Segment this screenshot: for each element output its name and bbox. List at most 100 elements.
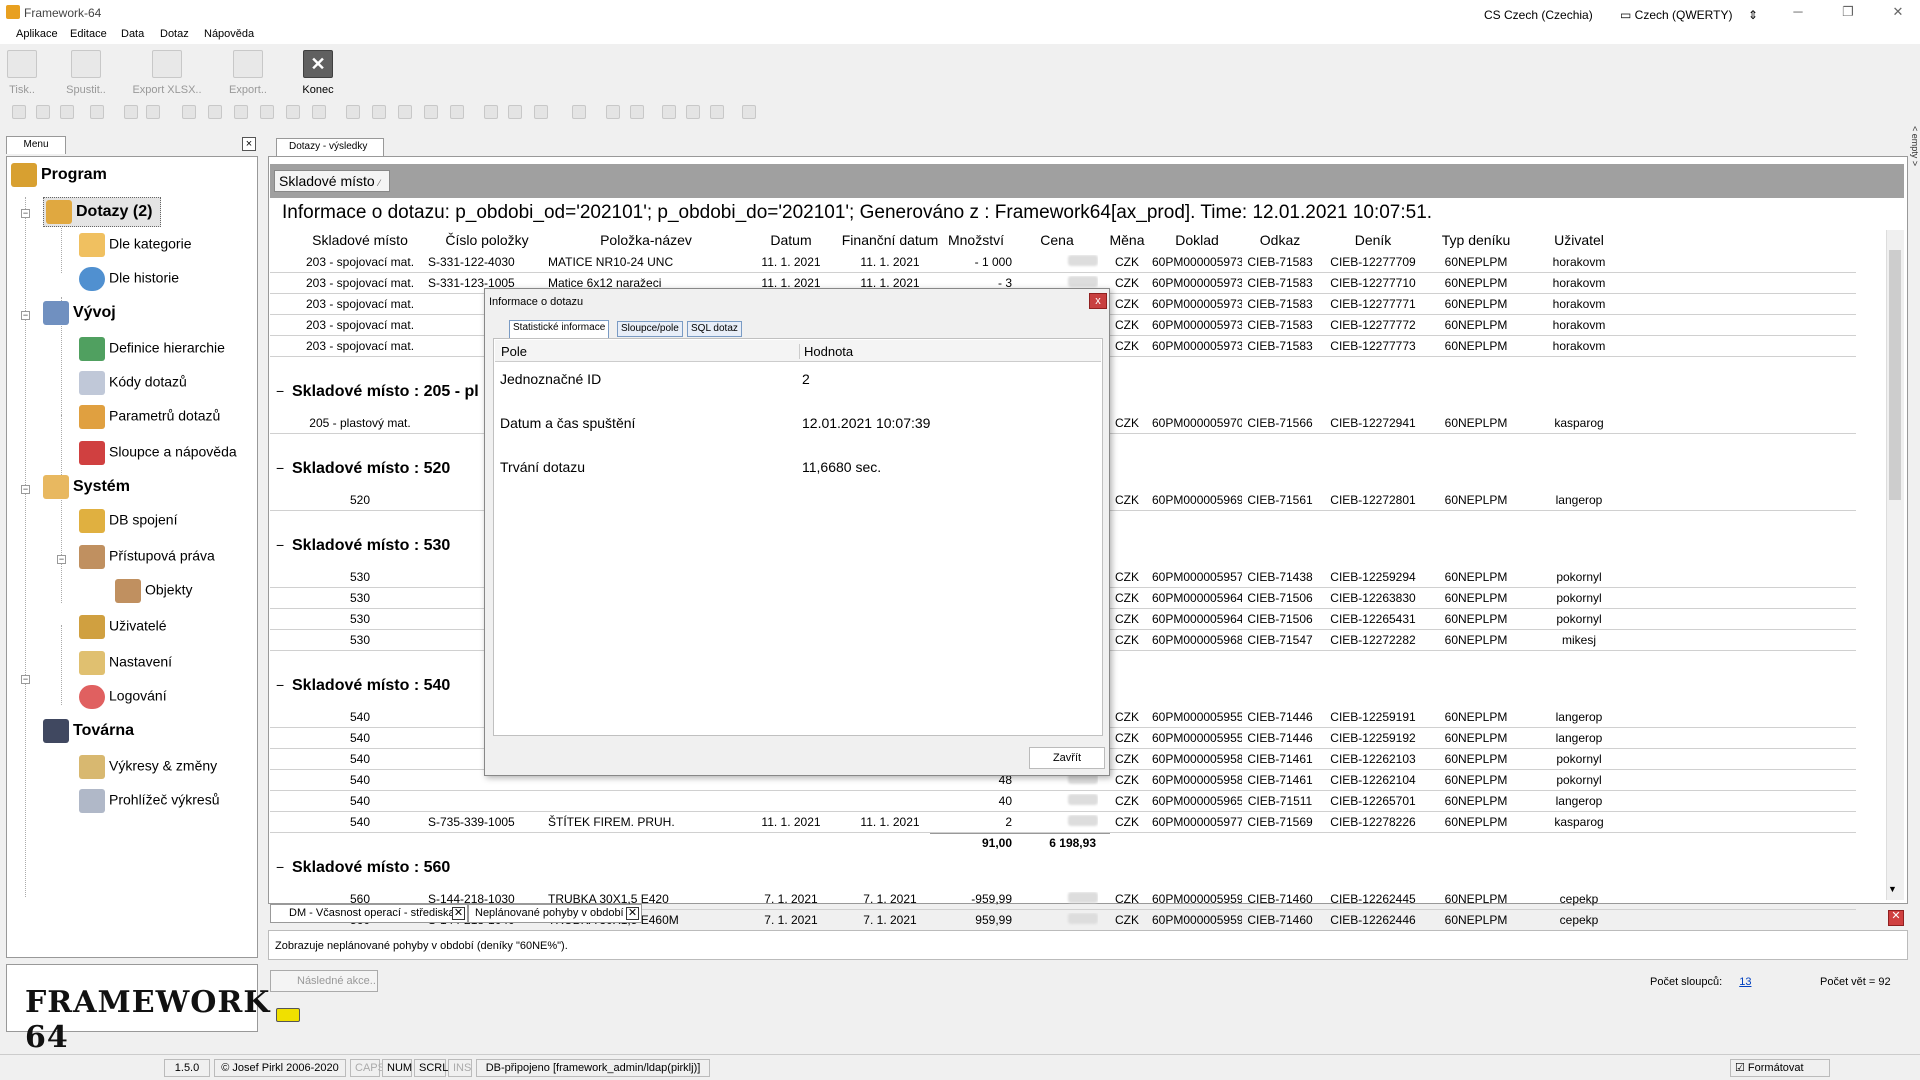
close-tab2-icon[interactable]: ✕ — [626, 907, 639, 920]
column-header[interactable]: Uživatel — [1524, 232, 1634, 248]
collapse-group-icon[interactable]: − — [276, 383, 286, 399]
table-row[interactable]: 540 S-735-339-1005 ŠTÍTEK FIREM. PRUH. 11. … — [270, 812, 1856, 833]
column-header[interactable]: Měna — [1104, 232, 1150, 248]
prev-page-icon[interactable] — [208, 105, 222, 119]
scroll-down-icon[interactable]: ▼ — [1888, 884, 1897, 894]
menu-editace[interactable]: Editace — [70, 28, 107, 40]
report-icon[interactable] — [662, 105, 676, 119]
follow-up-actions-button[interactable]: Následné akce.. — [270, 970, 378, 992]
tree-dle-kategorie[interactable]: Dle kategorie — [79, 233, 192, 257]
print-button[interactable]: Tisk.. — [0, 48, 52, 98]
column-count-link[interactable]: 13 — [1739, 976, 1751, 988]
column-header[interactable]: Položka-název — [548, 232, 744, 248]
table-row[interactable]: 203 - spojovací mat. S-331-122-4030 MATICE… — [270, 252, 1856, 273]
delete-record-icon[interactable] — [372, 105, 386, 119]
column-header[interactable]: Odkaz — [1244, 232, 1316, 248]
expand-tovarna[interactable]: − — [21, 675, 30, 684]
tree-uzivatele[interactable]: Uživatelé — [79, 615, 167, 639]
column-header[interactable]: Množství — [940, 232, 1012, 248]
restore-button[interactable]: ❐ — [1830, 2, 1866, 22]
keyboard-language[interactable]: CS Czech (Czechia) — [1484, 8, 1593, 22]
tab-neplanovane-pohyby[interactable]: Neplánované pohyby v období — [468, 904, 642, 923]
add-record-icon[interactable] — [346, 105, 360, 119]
tree-db-spojeni[interactable]: DB spojení — [79, 509, 177, 533]
column-header[interactable]: Datum — [746, 232, 836, 248]
menu-data[interactable]: Data — [121, 28, 144, 40]
expand-dotazy[interactable]: − — [21, 209, 30, 218]
tree-nastaveni[interactable]: Nastavení — [79, 651, 172, 675]
collapse-group-icon[interactable]: − — [276, 677, 286, 693]
export-button[interactable]: Export.. — [218, 48, 278, 98]
column-header[interactable]: Doklad — [1152, 232, 1242, 248]
column-header[interactable]: Finanční datum — [840, 232, 940, 248]
tree-prohlizec[interactable]: Prohlížeč výkresů — [79, 789, 219, 813]
column-header[interactable]: Číslo položky — [428, 232, 546, 248]
tree-kody[interactable]: Kódy dotazů — [79, 371, 187, 395]
dialog-tab-sql[interactable]: SQL dotaz — [687, 321, 742, 337]
format-checkbox[interactable]: ☑ Formátovat — [1730, 1059, 1830, 1077]
close-panel-icon[interactable]: ✕ — [1888, 910, 1904, 926]
tree-vyvoj[interactable]: Vývoj — [43, 301, 116, 325]
close-tab1-icon[interactable]: ✕ — [452, 907, 465, 920]
tree-sloupce[interactable]: Sloupce a nápověda — [79, 441, 237, 465]
paste-icon[interactable] — [60, 105, 74, 119]
group-header[interactable]: − Skladové místo : 530 — [276, 537, 450, 555]
right-edge-panel[interactable]: < empty > — [1908, 126, 1920, 206]
column-header[interactable]: Deník — [1318, 232, 1428, 248]
expand-vyvoj[interactable]: − — [21, 311, 30, 320]
group-header[interactable]: − Skladové místo : 205 - pl — [276, 383, 479, 401]
collapse-group-icon[interactable]: − — [276, 859, 286, 875]
tree-dotazy[interactable]: Dotazy (2) — [43, 197, 162, 227]
collapse-group-icon[interactable]: − — [276, 537, 286, 553]
layout-switch-icon[interactable]: ⇕ — [1748, 8, 1758, 22]
star-icon[interactable] — [484, 105, 498, 119]
run-button[interactable]: Spustit.. — [56, 48, 116, 98]
cancel-icon[interactable] — [450, 105, 464, 119]
close-window-button[interactable]: ✕ — [1880, 2, 1916, 22]
column-header[interactable]: Skladové místo — [296, 232, 424, 248]
settings-icon[interactable] — [742, 105, 756, 119]
group-header[interactable]: − Skladové místo : 560 — [276, 859, 450, 877]
tree-definice[interactable]: Definice hierarchie — [79, 337, 225, 361]
tree-dle-historie[interactable]: Dle historie — [79, 267, 179, 291]
keyboard-layout[interactable]: ▭ Czech (QWERTY) — [1620, 8, 1732, 22]
menu-aplikace[interactable]: Aplikace — [16, 28, 58, 40]
dialog-close-button[interactable]: x — [1089, 293, 1107, 309]
table-row[interactable]: 540 40 CZK 60PM000005965 CIEB-71511 CIEB-1226… — [270, 791, 1856, 812]
cut-icon[interactable] — [12, 105, 26, 119]
tree-logovani[interactable]: Logování — [79, 685, 167, 709]
group-header[interactable]: − Skladové místo : 520 — [276, 460, 450, 478]
link-icon[interactable] — [146, 105, 160, 119]
filter-icon[interactable] — [534, 105, 548, 119]
copy-icon[interactable] — [36, 105, 50, 119]
next-page-icon[interactable] — [286, 105, 300, 119]
group-by-chip[interactable]: Skladové místo ⁄ — [274, 170, 390, 192]
minimize-button[interactable]: ─ — [1780, 2, 1816, 22]
end-button[interactable]: ✕ Konec — [288, 48, 348, 98]
import-icon[interactable] — [606, 105, 620, 119]
tree-program[interactable]: Program — [11, 163, 107, 187]
edit-record-icon[interactable] — [398, 105, 412, 119]
view-icon[interactable] — [710, 105, 724, 119]
menu-napoveda[interactable]: Nápověda — [204, 28, 254, 40]
column-header[interactable]: Typ deníku — [1430, 232, 1522, 248]
tree-objekty[interactable]: Objekty — [115, 579, 192, 603]
menu-dotaz[interactable]: Dotaz — [160, 28, 189, 40]
dialog-tab-columns[interactable]: Sloupce/pole — [617, 321, 683, 337]
export-small-icon[interactable] — [630, 105, 644, 119]
expand-system[interactable]: − — [21, 485, 30, 494]
tree-pristupova[interactable]: Přístupová práva — [79, 545, 215, 569]
expand-pristupova[interactable]: − — [57, 555, 66, 564]
refresh-icon[interactable] — [572, 105, 586, 119]
find-icon[interactable] — [124, 105, 138, 119]
column-header[interactable]: Cena — [1016, 232, 1098, 248]
collapse-group-icon[interactable]: − — [276, 460, 286, 476]
tree-parametry[interactable]: Parametrů dotazů — [79, 405, 220, 429]
prev-icon[interactable] — [234, 105, 248, 119]
last-icon[interactable] — [312, 105, 326, 119]
tree-tovarna[interactable]: Továrna — [43, 719, 134, 743]
tree-vykresy[interactable]: Výkresy & změny — [79, 755, 217, 779]
grid-icon[interactable] — [90, 105, 104, 119]
grid-scroll-thumb[interactable] — [1889, 250, 1901, 500]
dialog-close-action-button[interactable]: Zavřít — [1029, 747, 1105, 769]
